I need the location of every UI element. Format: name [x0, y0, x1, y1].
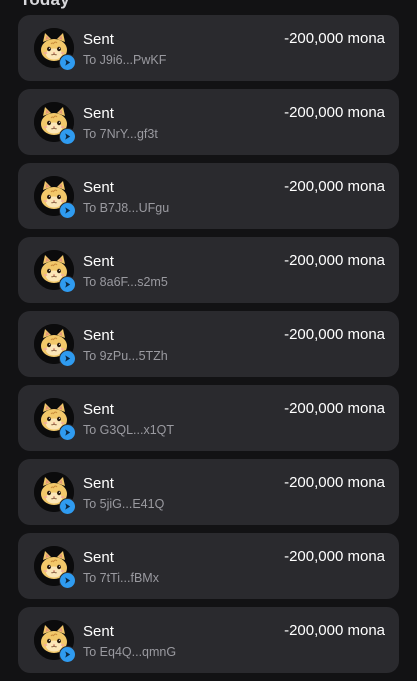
- transaction-recipient: To 8a6F...s2m5: [83, 275, 168, 289]
- transaction-recipient: To B7J8...UFgu: [83, 201, 170, 215]
- transaction-type: Sent: [83, 31, 114, 48]
- transaction-amount: -200,000 mona: [284, 400, 385, 417]
- token-avatar: [34, 324, 76, 367]
- transaction-type: Sent: [83, 475, 114, 492]
- transaction-recipient: To J9i6...PwKF: [83, 53, 167, 67]
- send-arrow-icon: [59, 572, 76, 589]
- token-avatar: [34, 398, 76, 441]
- token-avatar: [34, 250, 76, 293]
- token-avatar: [34, 620, 76, 663]
- transaction-recipient: To 9zPu...5TZh: [83, 349, 168, 363]
- transaction-amount: -200,000 mona: [284, 178, 385, 195]
- transaction-amount: -200,000 mona: [284, 548, 385, 565]
- transaction-type: Sent: [83, 623, 114, 640]
- transaction-item[interactable]: Sent To 7NrY...gf3t -200,000 mona: [18, 89, 399, 155]
- transaction-amount: -200,000 mona: [284, 622, 385, 639]
- send-arrow-icon: [59, 202, 76, 219]
- token-avatar: [34, 472, 76, 515]
- token-avatar: [34, 176, 76, 219]
- transaction-recipient: To G3QL...x1QT: [83, 423, 175, 437]
- transaction-recipient: To 5jiG...E41Q: [83, 497, 165, 511]
- send-arrow-icon: [59, 424, 76, 441]
- send-arrow-icon: [59, 54, 76, 71]
- transaction-item[interactable]: Sent To B7J8...UFgu -200,000 mona: [18, 163, 399, 229]
- transaction-amount: -200,000 mona: [284, 30, 385, 47]
- send-arrow-icon: [59, 646, 76, 663]
- transaction-recipient: To Eq4Q...qmnG: [83, 645, 177, 659]
- transaction-type: Sent: [83, 401, 114, 418]
- transaction-type: Sent: [83, 105, 114, 122]
- transaction-amount: -200,000 mona: [284, 104, 385, 121]
- transaction-type: Sent: [83, 327, 114, 344]
- transaction-type: Sent: [83, 549, 114, 566]
- transaction-amount: -200,000 mona: [284, 474, 385, 491]
- send-arrow-icon: [59, 350, 76, 367]
- transaction-item[interactable]: Sent To 7tTi...fBMx -200,000 mona: [18, 533, 399, 599]
- transaction-type: Sent: [83, 253, 114, 270]
- transaction-item[interactable]: Sent To 8a6F...s2m5 -200,000 mona: [18, 237, 399, 303]
- transaction-recipient: To 7tTi...fBMx: [83, 571, 159, 585]
- send-arrow-icon: [59, 128, 76, 145]
- token-avatar: [34, 546, 76, 589]
- transaction-item[interactable]: Sent To Eq4Q...qmnG -200,000 mona: [18, 607, 399, 673]
- send-arrow-icon: [59, 498, 76, 515]
- transaction-item[interactable]: Sent To J9i6...PwKF -200,000 mona: [18, 15, 399, 81]
- transaction-type: Sent: [83, 179, 114, 196]
- transaction-recipient: To 7NrY...gf3t: [83, 127, 158, 141]
- transaction-item[interactable]: Sent To 5jiG...E41Q -200,000 mona: [18, 459, 399, 525]
- send-arrow-icon: [59, 276, 76, 293]
- token-avatar: [34, 28, 76, 71]
- transaction-list: Sent To J9i6...PwKF -200,000 mona Sent T…: [18, 15, 399, 681]
- transaction-item[interactable]: Sent To G3QL...x1QT -200,000 mona: [18, 385, 399, 451]
- transaction-amount: -200,000 mona: [284, 252, 385, 269]
- section-header-today: Today: [20, 0, 70, 10]
- token-avatar: [34, 102, 76, 145]
- transaction-amount: -200,000 mona: [284, 326, 385, 343]
- transaction-item[interactable]: Sent To 9zPu...5TZh -200,000 mona: [18, 311, 399, 377]
